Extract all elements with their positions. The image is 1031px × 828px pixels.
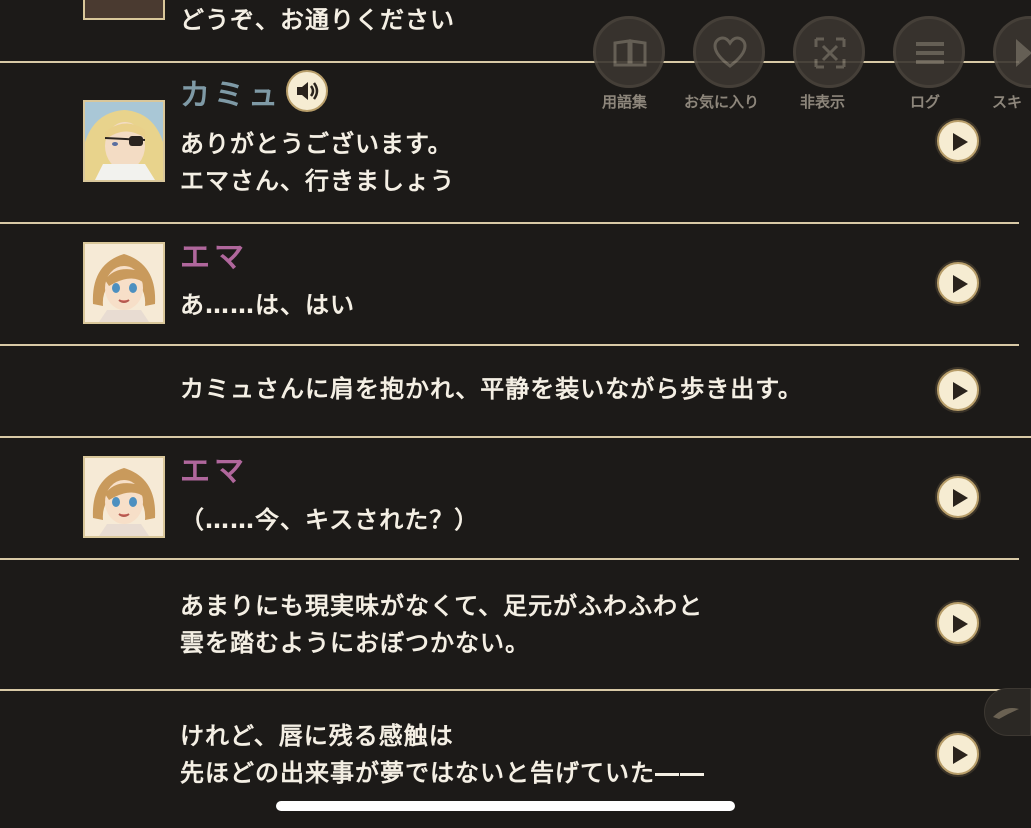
replay-button[interactable] [937,262,979,304]
skip-button[interactable] [993,16,1031,88]
play-icon [953,275,968,293]
replay-button[interactable] [937,602,979,644]
log-button[interactable] [893,16,965,88]
divider [0,344,1019,346]
skip-icon [1016,39,1031,67]
play-icon [953,382,968,400]
replay-button[interactable] [937,369,979,411]
skip-label: スキ [992,93,1023,111]
divider [0,222,1019,224]
menu-icon [916,42,944,64]
glossary-button[interactable] [593,16,665,88]
hide-button[interactable] [793,16,865,88]
replay-button[interactable] [937,476,979,518]
play-icon [953,615,968,633]
play-icon [953,746,968,764]
replay-button[interactable] [937,733,979,775]
speaker-name: カミュ [180,78,282,113]
dialogue-text: ありがとうございます。 エマさん、行きましょう [180,130,455,195]
speaker-name: エマ [180,240,248,275]
narration-text: カミュさんに肩を抱かれ、平静を装いながら歩き出す。 [180,375,803,403]
avatar-camus [83,100,165,182]
speaker-icon [297,82,319,100]
hide-icon [814,37,846,69]
narration-text: あまりにも現実味がなくて、足元がふわふわと 雲を踏むようにおぼつかない。 [180,592,704,657]
heart-icon [713,36,747,68]
divider [0,558,1019,560]
replay-button[interactable] [937,120,979,162]
book-icon [613,39,647,67]
hide-label: 非表示 [800,93,846,111]
divider [0,689,1031,691]
home-indicator[interactable] [276,801,735,811]
divider [0,61,1019,63]
divider [0,436,1031,438]
dialogue-text: あ……は、はい [180,291,355,319]
glossary-label: 用語集 [602,93,648,111]
dialogue-text: （……今、キスされた？） [180,506,480,534]
feather-icon [993,708,1019,719]
log-label: ログ [910,93,941,111]
side-pull-tab[interactable] [984,688,1031,736]
voice-play-button[interactable] [286,70,328,112]
dialogue-text-partial: どうぞ、お通りください [180,6,455,34]
play-icon [953,133,968,151]
speaker-name: エマ [180,454,248,489]
favorite-button[interactable] [693,16,765,88]
favorite-label: お気に入り [684,93,760,111]
play-icon [953,489,968,507]
avatar-emma [83,456,165,538]
partial-avatar-frame [83,0,165,20]
narration-text: けれど、唇に残る感触は 先ほどの出来事が夢ではないと告げていた―― [180,722,705,787]
avatar-emma [83,242,165,324]
